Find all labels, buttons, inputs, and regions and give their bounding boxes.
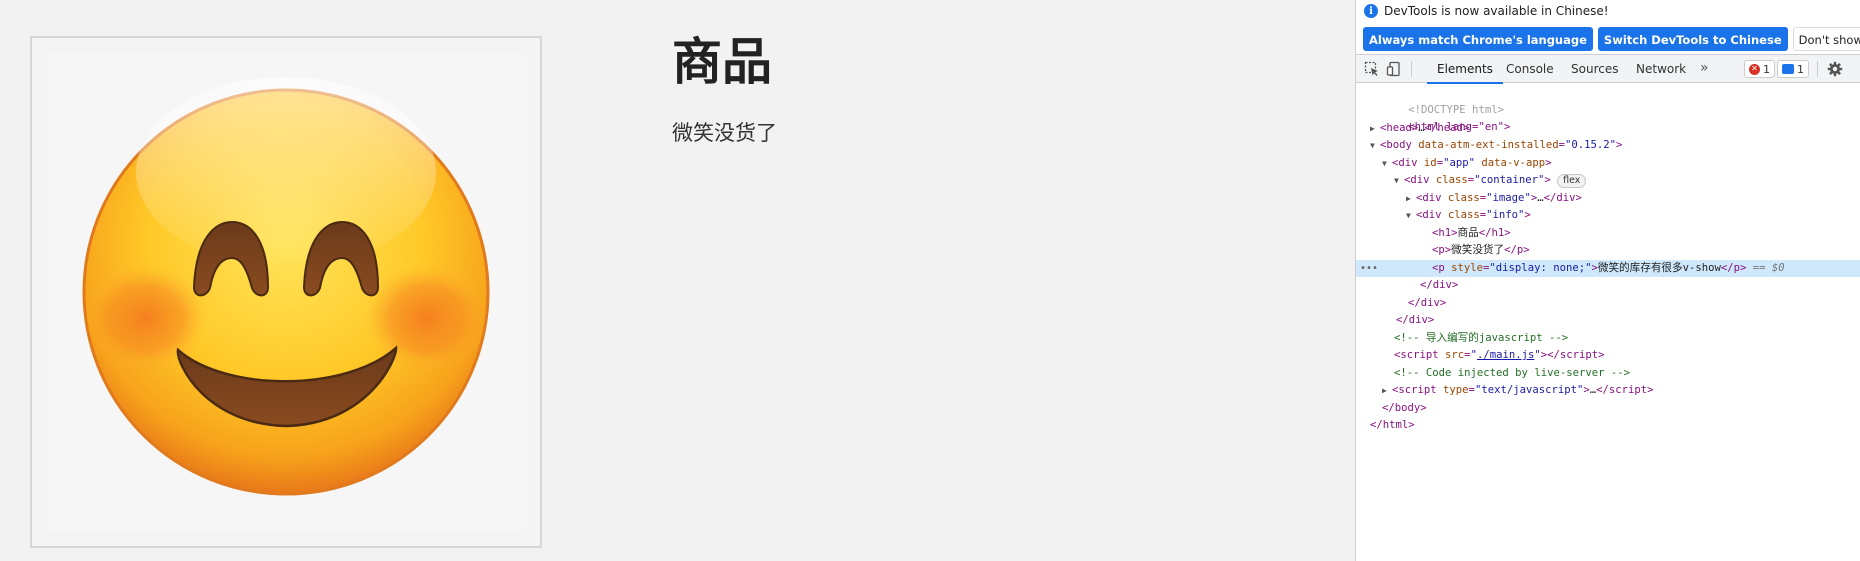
dom-node-p-visible[interactable]: <p>微笑没货了</p>: [1432, 242, 1860, 259]
dom-node-body-close[interactable]: </body>: [1382, 400, 1860, 417]
dom-node-info-div[interactable]: ▼ <div class="info">: [1406, 207, 1860, 224]
always-match-language-button[interactable]: Always match Chrome's language: [1363, 27, 1593, 51]
expand-triangle-icon[interactable]: ▶: [1382, 382, 1392, 399]
banner-message: DevTools is now available in Chinese!: [1384, 4, 1609, 18]
dom-node-info-close[interactable]: </div>: [1420, 277, 1860, 294]
devtools-toolbar: Elements Console Sources Network » ✕ 1 1: [1356, 54, 1860, 84]
dom-node-head[interactable]: ▶ <head>…</head>: [1370, 120, 1860, 137]
elements-dom-tree: <!DOCTYPE html> <html lang="en"> ▶ <head>…: [1356, 84, 1860, 561]
toolbar-separator: [1817, 61, 1818, 77]
inspect-element-icon[interactable]: [1364, 61, 1380, 77]
expand-triangle-icon[interactable]: ▶: [1406, 190, 1416, 207]
message-count-badge[interactable]: 1: [1777, 60, 1809, 78]
product-image-frame: [30, 36, 542, 548]
dont-show-again-button[interactable]: Don't show again: [1792, 27, 1860, 51]
dom-node-script-main[interactable]: <script src="./main.js"></script>: [1394, 347, 1860, 364]
collapse-triangle-icon[interactable]: ▼: [1406, 207, 1416, 224]
page-viewport: 商品 微笑没货了: [0, 0, 1355, 561]
message-count: 1: [1797, 62, 1804, 76]
more-options-icon[interactable]: •••: [1360, 260, 1378, 277]
dom-node-image-div[interactable]: ▶ <div class="image">…</div>: [1406, 190, 1860, 207]
dom-node-html[interactable]: <html lang="en">: [1370, 102, 1860, 133]
product-status: 微笑没货了: [672, 121, 777, 145]
error-icon: ✕: [1749, 63, 1760, 75]
product-info: 商品 微笑没货了: [672, 30, 777, 147]
toolbar-separator: [1411, 61, 1412, 77]
collapse-triangle-icon[interactable]: ▼: [1394, 172, 1404, 189]
dom-node-container-close[interactable]: </div>: [1408, 295, 1860, 312]
dom-node-html-close[interactable]: </html>: [1370, 417, 1860, 434]
language-banner: i DevTools is now available in Chinese! …: [1356, 0, 1860, 54]
flex-badge[interactable]: flex: [1557, 174, 1587, 188]
main-js-link[interactable]: ./main.js: [1477, 349, 1534, 361]
dom-node-app-div[interactable]: ▼ <div id="app" data-v-app>: [1382, 155, 1860, 172]
settings-gear-icon[interactable]: [1827, 61, 1843, 77]
info-icon: i: [1364, 4, 1378, 18]
dom-node-p-hidden-selected[interactable]: ••• <p style="display: none;">微笑的库存有很多v-s…: [1356, 260, 1860, 277]
dom-node-app-close[interactable]: </div>: [1396, 312, 1860, 329]
dom-node-comment-live-server[interactable]: <!-- Code injected by live-server -->: [1394, 365, 1860, 382]
product-title: 商品: [672, 33, 772, 91]
dom-node-script-inline[interactable]: ▶ <script type="text/javascript">…</scrip…: [1382, 382, 1860, 399]
product-image: [46, 52, 526, 532]
tab-sources[interactable]: Sources: [1571, 55, 1618, 83]
dom-node-comment-import[interactable]: <!-- 导入编写的javascript -->: [1394, 330, 1860, 347]
switch-to-chinese-button[interactable]: Switch DevTools to Chinese: [1597, 27, 1788, 51]
dom-node-container-div[interactable]: ▼ <div class="container"> flex: [1394, 172, 1860, 189]
devtools-panel: i DevTools is now available in Chinese! …: [1355, 0, 1860, 561]
message-icon: [1782, 64, 1794, 74]
banner-message-row: i DevTools is now available in Chinese!: [1364, 4, 1609, 18]
tab-elements[interactable]: Elements: [1427, 55, 1503, 84]
expand-triangle-icon[interactable]: ▶: [1370, 120, 1380, 137]
error-count: 1: [1763, 62, 1770, 76]
collapse-triangle-icon[interactable]: ▼: [1370, 137, 1380, 154]
more-tabs-chevron-icon[interactable]: »: [1700, 55, 1709, 83]
smiley-emoji-image: [82, 77, 490, 496]
banner-buttons: Always match Chrome's language Switch De…: [1363, 27, 1860, 51]
tab-console[interactable]: Console: [1506, 55, 1554, 83]
dom-node-doctype[interactable]: <!DOCTYPE html>: [1370, 85, 1860, 116]
error-count-badge[interactable]: ✕ 1: [1744, 60, 1775, 78]
dom-node-body[interactable]: ▼ <body data-atm-ext-installed="0.15.2">: [1370, 137, 1860, 154]
tab-network[interactable]: Network: [1636, 55, 1686, 83]
device-toolbar-icon[interactable]: [1386, 61, 1402, 77]
collapse-triangle-icon[interactable]: ▼: [1382, 155, 1392, 172]
dom-node-h1[interactable]: <h1>商品</h1>: [1432, 225, 1860, 242]
